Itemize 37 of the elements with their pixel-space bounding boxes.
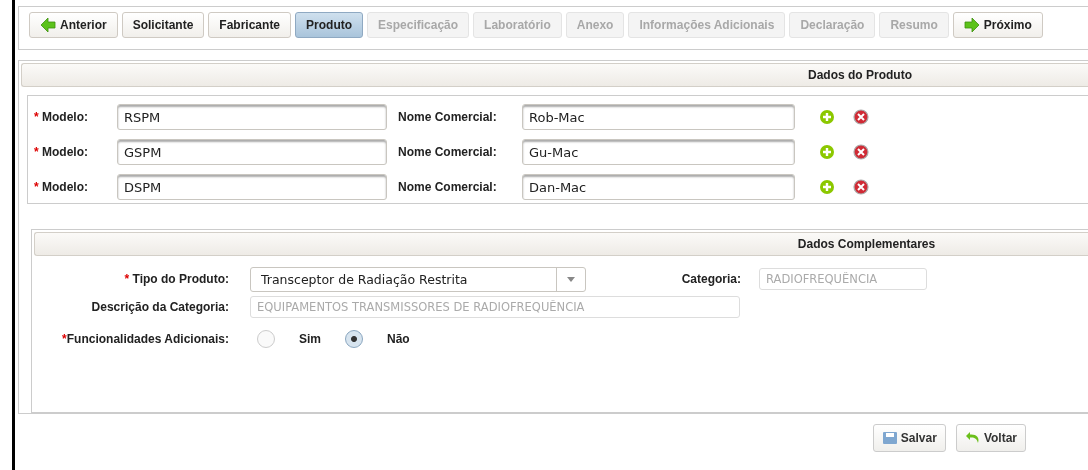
trade-name-input[interactable]: Dan-Mac bbox=[522, 174, 795, 200]
panel-title: Dados Complementares bbox=[797, 237, 936, 251]
trade-name-label: Nome Comercial: bbox=[397, 180, 498, 194]
trade-name-input[interactable]: Rob-Mac bbox=[522, 104, 795, 130]
left-arrow-icon bbox=[40, 17, 56, 33]
radio-label: Sim bbox=[299, 332, 319, 346]
back-button[interactable]: Voltar bbox=[955, 424, 1026, 452]
model-input[interactable]: DSPM bbox=[117, 174, 387, 200]
trade-name-label: Nome Comercial: bbox=[397, 110, 498, 124]
remove-icon[interactable] bbox=[853, 179, 869, 195]
remove-icon[interactable] bbox=[853, 109, 869, 125]
model-input[interactable]: RSPM bbox=[117, 104, 387, 130]
model-label: * Modelo: bbox=[34, 110, 89, 124]
step-tab[interactable]: Produto bbox=[295, 12, 364, 38]
step-tab[interactable]: Fabricante bbox=[208, 12, 292, 38]
model-label: * Modelo: bbox=[34, 180, 89, 194]
save-icon bbox=[881, 430, 898, 446]
panel-title: Dados do Produto bbox=[808, 68, 912, 82]
remove-icon[interactable] bbox=[853, 144, 869, 160]
radio-button[interactable] bbox=[257, 330, 275, 348]
model-label: * Modelo: bbox=[34, 145, 89, 159]
caret-icon bbox=[567, 276, 575, 282]
category-description-label: Descrição da Categoria: bbox=[90, 300, 229, 314]
radio-button[interactable] bbox=[345, 330, 363, 348]
model-input[interactable]: GSPM bbox=[117, 139, 387, 165]
previous-button[interactable]: Anterior bbox=[29, 12, 118, 38]
trade-name-input[interactable]: Gu-Mac bbox=[522, 139, 795, 165]
radio-label: Não bbox=[387, 332, 407, 346]
additional-features-label: *Funcionalidades Adicionais: bbox=[61, 332, 229, 346]
right-arrow-icon bbox=[963, 17, 980, 33]
save-button[interactable]: Salvar bbox=[872, 424, 946, 452]
next-button[interactable]: Próximo bbox=[952, 12, 1043, 38]
step-tab[interactable]: Solicitante bbox=[121, 12, 205, 38]
product-type-label: * Tipo do Produto: bbox=[123, 272, 229, 286]
category-label: Categoria: bbox=[680, 272, 741, 286]
trade-name-label: Nome Comercial: bbox=[397, 145, 498, 159]
product-type-select[interactable]: Transceptor de Radiação Restrita bbox=[250, 266, 586, 292]
